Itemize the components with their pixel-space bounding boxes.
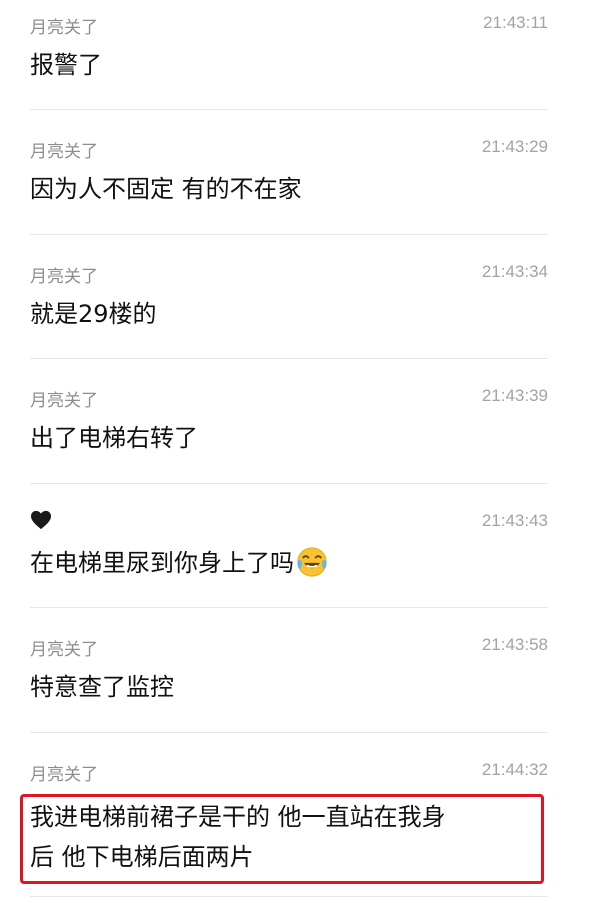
message-text: 报警了 bbox=[30, 51, 102, 79]
message-sender: 月亮关了 bbox=[30, 391, 98, 411]
red-highlight-box bbox=[20, 794, 544, 884]
divider bbox=[30, 607, 548, 608]
message-text: 因为人不固定 有的不在家 bbox=[30, 175, 302, 203]
message-sender: 月亮关了 bbox=[30, 765, 98, 785]
message-item[interactable]: 月亮关了 21:43:34 就是29楼的 bbox=[0, 249, 591, 373]
black-heart-icon bbox=[31, 510, 51, 530]
message-sender: 月亮关了 bbox=[30, 18, 98, 38]
divider bbox=[30, 358, 548, 359]
divider bbox=[30, 896, 548, 897]
message-time: 21:43:43 bbox=[481, 511, 548, 530]
message-text: 就是29楼的 bbox=[30, 300, 157, 328]
message-time: 21:44:32 bbox=[481, 760, 548, 779]
message-item[interactable]: 月亮关了 21:43:11 报警了 bbox=[0, 0, 591, 124]
message-item[interactable]: 21:43:43 在电梯里尿到你身上了吗 bbox=[0, 498, 591, 622]
message-sender: 月亮关了 bbox=[30, 267, 98, 287]
message-item[interactable]: 月亮关了 21:43:39 出了电梯右转了 bbox=[0, 373, 591, 497]
divider bbox=[30, 234, 548, 235]
message-sender: 月亮关了 bbox=[30, 142, 98, 162]
message-text-content: 在电梯里尿到你身上了吗 bbox=[30, 549, 294, 577]
message-time: 21:43:29 bbox=[481, 137, 548, 156]
message-item[interactable]: 月亮关了 21:43:29 因为人不固定 有的不在家 bbox=[0, 124, 591, 248]
message-sender-avatar bbox=[30, 510, 52, 535]
divider bbox=[30, 732, 548, 733]
message-text: 出了电梯右转了 bbox=[30, 424, 198, 452]
message-time: 21:43:34 bbox=[481, 262, 548, 281]
message-item[interactable]: 月亮关了 21:43:58 特意查了监控 bbox=[0, 622, 591, 746]
message-time: 21:43:58 bbox=[481, 635, 548, 654]
message-time: 21:43:11 bbox=[483, 13, 548, 32]
chat-message-list: 月亮关了 21:43:11 报警了 月亮关了 21:43:29 因为人不固定 有… bbox=[0, 0, 591, 903]
message-sender: 月亮关了 bbox=[30, 640, 98, 660]
message-time: 21:43:39 bbox=[481, 386, 548, 405]
laughing-crying-emoji-icon bbox=[297, 547, 327, 577]
divider bbox=[30, 109, 548, 110]
message-text: 特意查了监控 bbox=[30, 673, 174, 701]
message-text: 在电梯里尿到你身上了吗 bbox=[30, 546, 328, 580]
divider bbox=[30, 483, 548, 484]
